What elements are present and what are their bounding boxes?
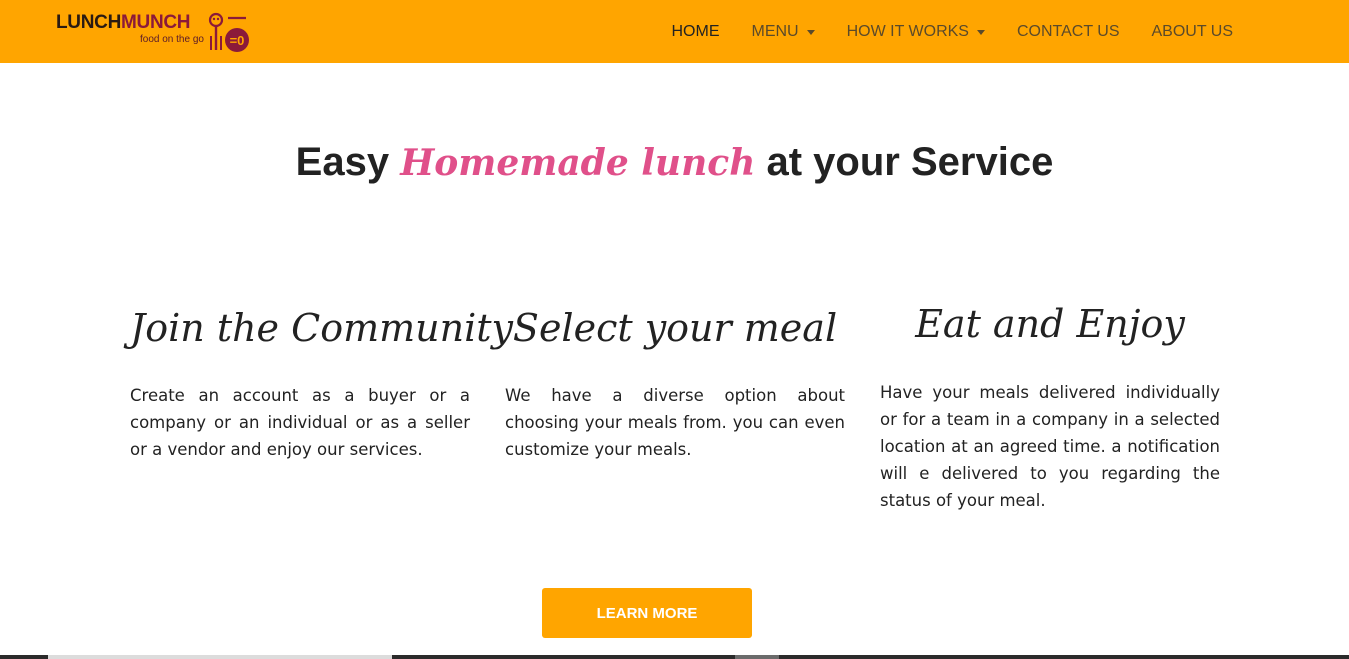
- nav-item-label: MENU: [751, 22, 799, 40]
- hero-title-accent: Homemade lunch: [400, 142, 756, 184]
- caret-down-icon: [806, 29, 815, 35]
- nav-item-menu[interactable]: MENU: [751, 22, 815, 41]
- feature-description: Create an account as a buyer or a compan…: [130, 386, 470, 459]
- nav-item-label: HOME: [671, 22, 720, 40]
- nav-item-contact-us[interactable]: CONTACT US: [1017, 23, 1120, 41]
- caret-down-icon: [976, 29, 985, 35]
- logo-tagline: food on the go: [140, 34, 204, 45]
- feature-eat-enjoy: Eat and Enjoy Have your meals delivered …: [880, 292, 1220, 514]
- svg-text:=0: =0: [230, 33, 245, 48]
- logo-word-munch: MUNCH: [121, 12, 191, 33]
- hero-title: Easy Homemade lunch at your Service: [0, 140, 1349, 185]
- hero-title-prefix: Easy: [295, 140, 390, 184]
- navbar: LUNCHMUNCH food on the go =0 HOME MENU H…: [0, 0, 1349, 63]
- brand-logo[interactable]: LUNCHMUNCH food on the go =0: [56, 12, 256, 56]
- feature-description: We have a diverse option about choosing …: [505, 386, 845, 459]
- nav-item-label: HOW IT WORKS: [846, 22, 969, 40]
- nav-item-how-it-works[interactable]: HOW IT WORKS: [847, 23, 985, 41]
- bottom-strip-segment: [735, 655, 779, 659]
- nav-item-label: ABOUT US: [1151, 22, 1234, 40]
- feature-description: Have your meals delivered individually o…: [880, 383, 1220, 510]
- feature-title: Join the Community: [130, 306, 513, 350]
- hero-title-suffix: at your Service: [766, 140, 1054, 184]
- logo-word-lunch: LUNCH: [56, 12, 121, 33]
- bottom-section-edge: [0, 655, 1349, 659]
- feature-title: Select your meal: [512, 306, 838, 350]
- nav-item-home[interactable]: HOME: [671, 23, 719, 41]
- learn-more-button[interactable]: LEARN MORE: [542, 588, 752, 638]
- feature-join-community: Join the Community Create an account as …: [130, 296, 513, 463]
- fork-plate-logo-icon: =0: [208, 12, 249, 52]
- main-nav: HOME MENU HOW IT WORKS CONTACT US ABOUT …: [639, 0, 1233, 63]
- nav-item-about-us[interactable]: ABOUT US: [1152, 23, 1234, 41]
- nav-item-label: CONTACT US: [1016, 22, 1120, 40]
- feature-title: Eat and Enjoy: [915, 302, 1185, 346]
- feature-select-meal: Select your meal We have a diverse optio…: [505, 296, 845, 463]
- bottom-strip-segment: [48, 655, 392, 659]
- logo-wordmark: LUNCHMUNCH food on the go: [56, 12, 204, 45]
